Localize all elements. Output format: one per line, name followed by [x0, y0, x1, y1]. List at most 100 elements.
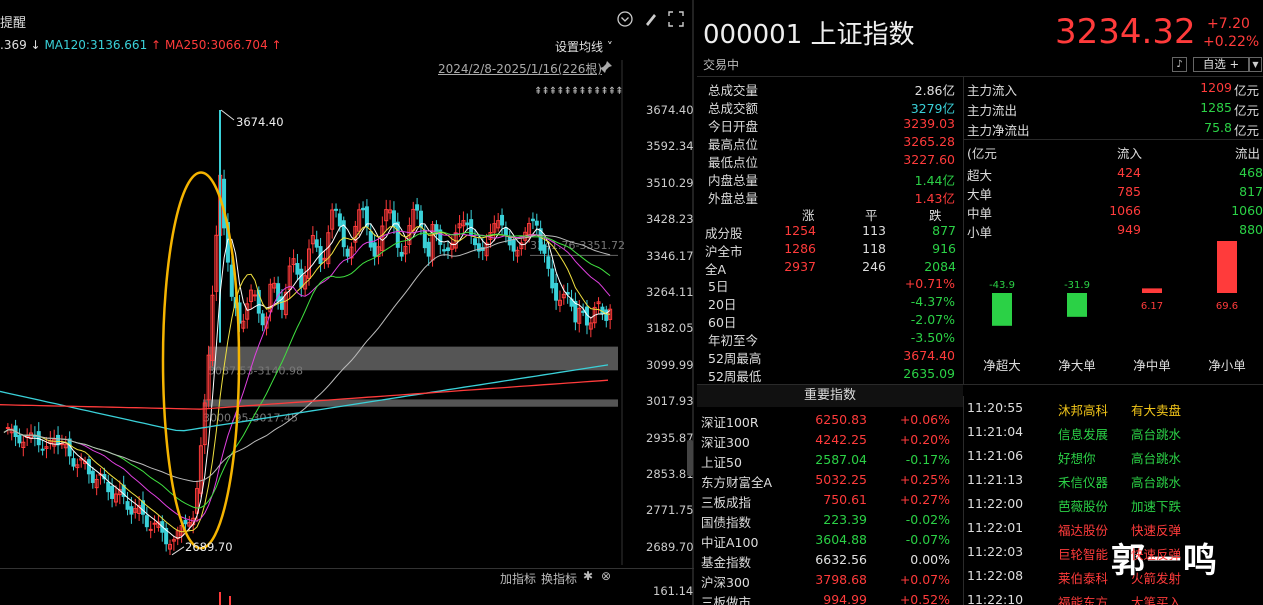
alert-stock[interactable]: 福达股份: [1058, 520, 1108, 538]
net-flow-bar: [1067, 293, 1087, 317]
bell-icon[interactable]: ♪: [1172, 57, 1187, 72]
stat-value: 3239.03: [903, 116, 955, 131]
candle-body: [17, 434, 22, 444]
stock-title: 000001 上证指数: [703, 14, 915, 51]
y-axis-tick: 3346.17: [646, 248, 694, 263]
candle-body: [581, 310, 586, 313]
alert-stock[interactable]: 巨轮智能: [1058, 544, 1108, 562]
y-axis-tick: 3674.40: [646, 103, 694, 117]
net-flow-chart: -43.9 净超大 -31.9 净大单 6.17 净中单 69.6 净小单: [983, 241, 1246, 373]
price-change: +7.20: [1207, 16, 1250, 32]
fund-unit: 亿元: [1234, 83, 1260, 98]
ma120-line: [0, 364, 609, 432]
alert-time: 11:22:08: [967, 568, 1024, 583]
breadth-up: 2937: [784, 259, 816, 274]
stat-label: 外盘总量: [708, 191, 759, 206]
ma-settings-button[interactable]: 设置均线 ˅: [555, 38, 613, 55]
add-indicator-button[interactable]: 加指标: [500, 570, 536, 587]
switch-indicator-button[interactable]: 换指标: [541, 570, 577, 587]
collapse-icon[interactable]: [616, 10, 634, 32]
ma250-value: MA250:3066.704: [164, 38, 268, 52]
candle-body: [550, 268, 555, 289]
alert-stock[interactable]: 莱伯泰科: [1058, 568, 1108, 586]
candle-body: [183, 519, 188, 525]
period-value: -3.50%: [910, 330, 955, 345]
index-name[interactable]: 三板做市: [701, 592, 751, 605]
index-change: 0.00%: [910, 552, 950, 567]
up-arrow-icon: ↑: [151, 38, 162, 52]
net-flow-bar: [1142, 288, 1162, 293]
candle-body: [71, 458, 76, 467]
index-change: -0.07%: [905, 532, 950, 547]
dropdown-icon[interactable]: ▼: [1249, 57, 1262, 72]
high-marker: [220, 109, 235, 121]
breadth-flat: 246: [862, 259, 886, 274]
indicator-bar: 加指标 换指标 ✱ ⊗: [0, 568, 694, 586]
alert-time: 11:22:10: [967, 592, 1024, 605]
net-flow-value: 69.6: [1216, 301, 1238, 312]
candle-body: [372, 242, 377, 257]
candle-body: [314, 239, 319, 248]
index-name[interactable]: 沪深300: [701, 572, 750, 590]
fund-detail-in: 1066: [1109, 203, 1141, 218]
stat-label: 最高点位: [708, 137, 759, 152]
alert-stock[interactable]: 福能东方: [1058, 592, 1108, 605]
alert-time: 11:22:00: [967, 496, 1024, 511]
alert-stock[interactable]: 好想你: [1058, 448, 1096, 466]
alert-time: 11:22:01: [967, 520, 1024, 535]
gear-icon[interactable]: ✱: [583, 569, 593, 583]
chart-title-fragment: 提醒: [0, 16, 27, 31]
breadth-down: 2084: [924, 259, 956, 274]
alert-stock[interactable]: 芭薇股份: [1058, 496, 1108, 514]
net-flow-value: -31.9: [1064, 280, 1090, 291]
candle-body: [399, 251, 404, 257]
index-name[interactable]: 基金指数: [701, 552, 751, 570]
up-arrow-icon: ↑: [271, 38, 282, 52]
kline-svg: 3087.53-3140.983000.95-3017.453341.76-33…: [0, 60, 625, 565]
index-name[interactable]: 深证100R: [701, 412, 759, 430]
stat-value: 1.44亿: [914, 173, 955, 188]
candle-body: [415, 204, 420, 211]
fund-detail-label: 超大: [967, 168, 993, 183]
alert-stock[interactable]: 禾信仪器: [1058, 472, 1108, 490]
alert-stock[interactable]: 沐邦高科: [1058, 400, 1108, 418]
index-value: 223.39: [823, 512, 867, 527]
high-label: 3674.40: [236, 115, 284, 129]
fund-detail-out: 817: [1239, 184, 1263, 199]
last-price: 3234.32: [1055, 12, 1196, 52]
fund-unit: 亿元: [1234, 103, 1260, 118]
candle-body: [86, 459, 91, 475]
index-change: -0.02%: [905, 512, 950, 527]
breadth-up: 1286: [784, 241, 816, 256]
fund-unit-header: (亿元: [967, 146, 997, 161]
candle-body: [426, 241, 431, 257]
index-name[interactable]: 东方财富全A: [701, 472, 772, 490]
alert-stock[interactable]: 信息发展: [1058, 424, 1108, 442]
close-icon[interactable]: ⊗: [601, 569, 611, 583]
fund-unit: 亿元: [1234, 123, 1260, 138]
stat-value: 1.43亿: [914, 191, 955, 206]
net-flow-bar: [1217, 241, 1237, 293]
index-name[interactable]: 中证A100: [701, 532, 758, 550]
draw-tool-icon[interactable]: [643, 10, 659, 32]
candle-body: [129, 506, 134, 515]
breadth-up: 1254: [784, 223, 816, 238]
fund-detail-in: 949: [1117, 222, 1141, 237]
candle-body: [148, 528, 153, 531]
scrollbar[interactable]: [687, 440, 693, 476]
index-name[interactable]: 国债指数: [701, 512, 751, 530]
y-axis-tick: 3428.23: [646, 212, 694, 227]
net-flow-label: 净超大: [983, 358, 1021, 373]
y-axis-tick: 3017.93: [646, 394, 694, 409]
fund-out-header: 流出: [1235, 146, 1261, 161]
index-name[interactable]: 深证300: [701, 432, 750, 450]
candle-body: [252, 294, 257, 297]
stat-label: 总成交额: [708, 101, 759, 116]
fund-value: 75.8: [1204, 120, 1232, 135]
candle-body: [125, 501, 130, 510]
index-name[interactable]: 上证50: [701, 452, 742, 470]
fullscreen-icon[interactable]: [667, 10, 685, 32]
add-watchlist-button[interactable]: 自选 +: [1193, 57, 1249, 72]
index-name[interactable]: 三板成指: [701, 492, 751, 510]
period-value: -4.37%: [910, 294, 955, 309]
